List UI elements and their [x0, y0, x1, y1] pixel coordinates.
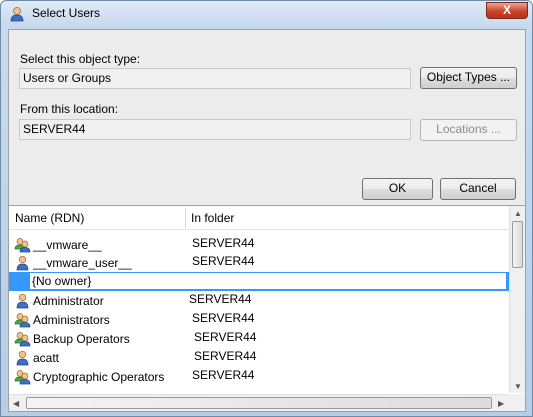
list-item[interactable]: acatt SERVER44 [9, 348, 509, 367]
location-field: SERVER44 [19, 119, 411, 140]
list-item[interactable]: __vmware_user__ SERVER44 [9, 253, 509, 272]
select-users-dialog: Select Users X Select this object type: … [0, 0, 533, 417]
close-button[interactable]: X [486, 2, 528, 19]
vertical-scroll-thumb[interactable] [512, 221, 523, 268]
column-header-folder[interactable]: In folder [191, 211, 234, 225]
row-folder: SERVER44 [192, 368, 255, 382]
locations-button[interactable]: Locations ... [420, 119, 517, 141]
rename-edit-box[interactable]: {No owner} [29, 272, 507, 290]
object-types-button[interactable]: Object Types ... [420, 67, 517, 89]
user-icon [16, 255, 29, 271]
list-item[interactable]: Backup Operators SERVER44 [9, 329, 509, 348]
list-item-selected[interactable]: {No owner} [9, 272, 509, 291]
object-type-label: Select this object type: [20, 52, 141, 66]
dialog-client-area: Select this object type: Users or Groups… [8, 29, 526, 412]
column-separator[interactable] [185, 208, 186, 228]
row-folder: SERVER44 [192, 254, 255, 268]
row-name: __vmware__ [33, 238, 102, 252]
list-item[interactable]: Administrators SERVER44 [9, 310, 509, 329]
row-folder: SERVER44 [192, 236, 255, 250]
row-name: Cryptographic Operators [33, 370, 165, 384]
list-header: Name (RDN) In folder [9, 206, 509, 230]
scroll-down-icon[interactable]: ▼ [514, 382, 522, 391]
list-item[interactable]: Administrator SERVER44 [9, 291, 509, 310]
user-icon [10, 7, 24, 22]
horizontal-scroll-thumb[interactable] [26, 397, 492, 409]
object-type-field: Users or Groups [19, 68, 411, 89]
group-icon [14, 370, 31, 385]
row-name: Backup Operators [33, 332, 130, 346]
group-icon [14, 238, 31, 253]
row-name: __vmware_user__ [33, 256, 132, 270]
row-folder: SERVER44 [194, 349, 257, 363]
group-icon [14, 313, 31, 328]
group-icon [14, 332, 31, 347]
row-folder: SERVER44 [189, 292, 252, 306]
horizontal-scrollbar[interactable]: ◀ ▶ [9, 394, 509, 411]
row-folder: SERVER44 [194, 330, 257, 344]
user-icon [16, 293, 29, 309]
vertical-scrollbar[interactable]: ▲ ▼ [509, 206, 525, 393]
row-name: Administrator [33, 294, 104, 308]
list-item[interactable]: Cryptographic Operators SERVER44 [9, 367, 509, 386]
window-title: Select Users [32, 6, 101, 20]
ok-button[interactable]: OK [362, 178, 433, 200]
scroll-right-icon[interactable]: ▶ [498, 399, 504, 408]
user-icon [16, 350, 29, 366]
cancel-button[interactable]: Cancel [440, 178, 516, 200]
row-name: acatt [33, 351, 60, 365]
scroll-up-icon[interactable]: ▲ [514, 209, 522, 218]
location-label: From this location: [20, 102, 119, 116]
list-item[interactable]: __vmware__ SERVER44 [9, 235, 509, 254]
title-bar[interactable]: Select Users X [1, 1, 532, 27]
row-name: Administrators [33, 313, 110, 327]
results-list[interactable]: Name (RDN) In folder __vmware__ SERVER44 [9, 206, 525, 411]
column-header-name[interactable]: Name (RDN) [15, 211, 84, 225]
selection-panel: Select this object type: Users or Groups… [9, 30, 525, 205]
row-folder: SERVER44 [192, 311, 255, 325]
scrollbar-corner [509, 394, 525, 411]
scroll-left-icon[interactable]: ◀ [13, 399, 19, 408]
